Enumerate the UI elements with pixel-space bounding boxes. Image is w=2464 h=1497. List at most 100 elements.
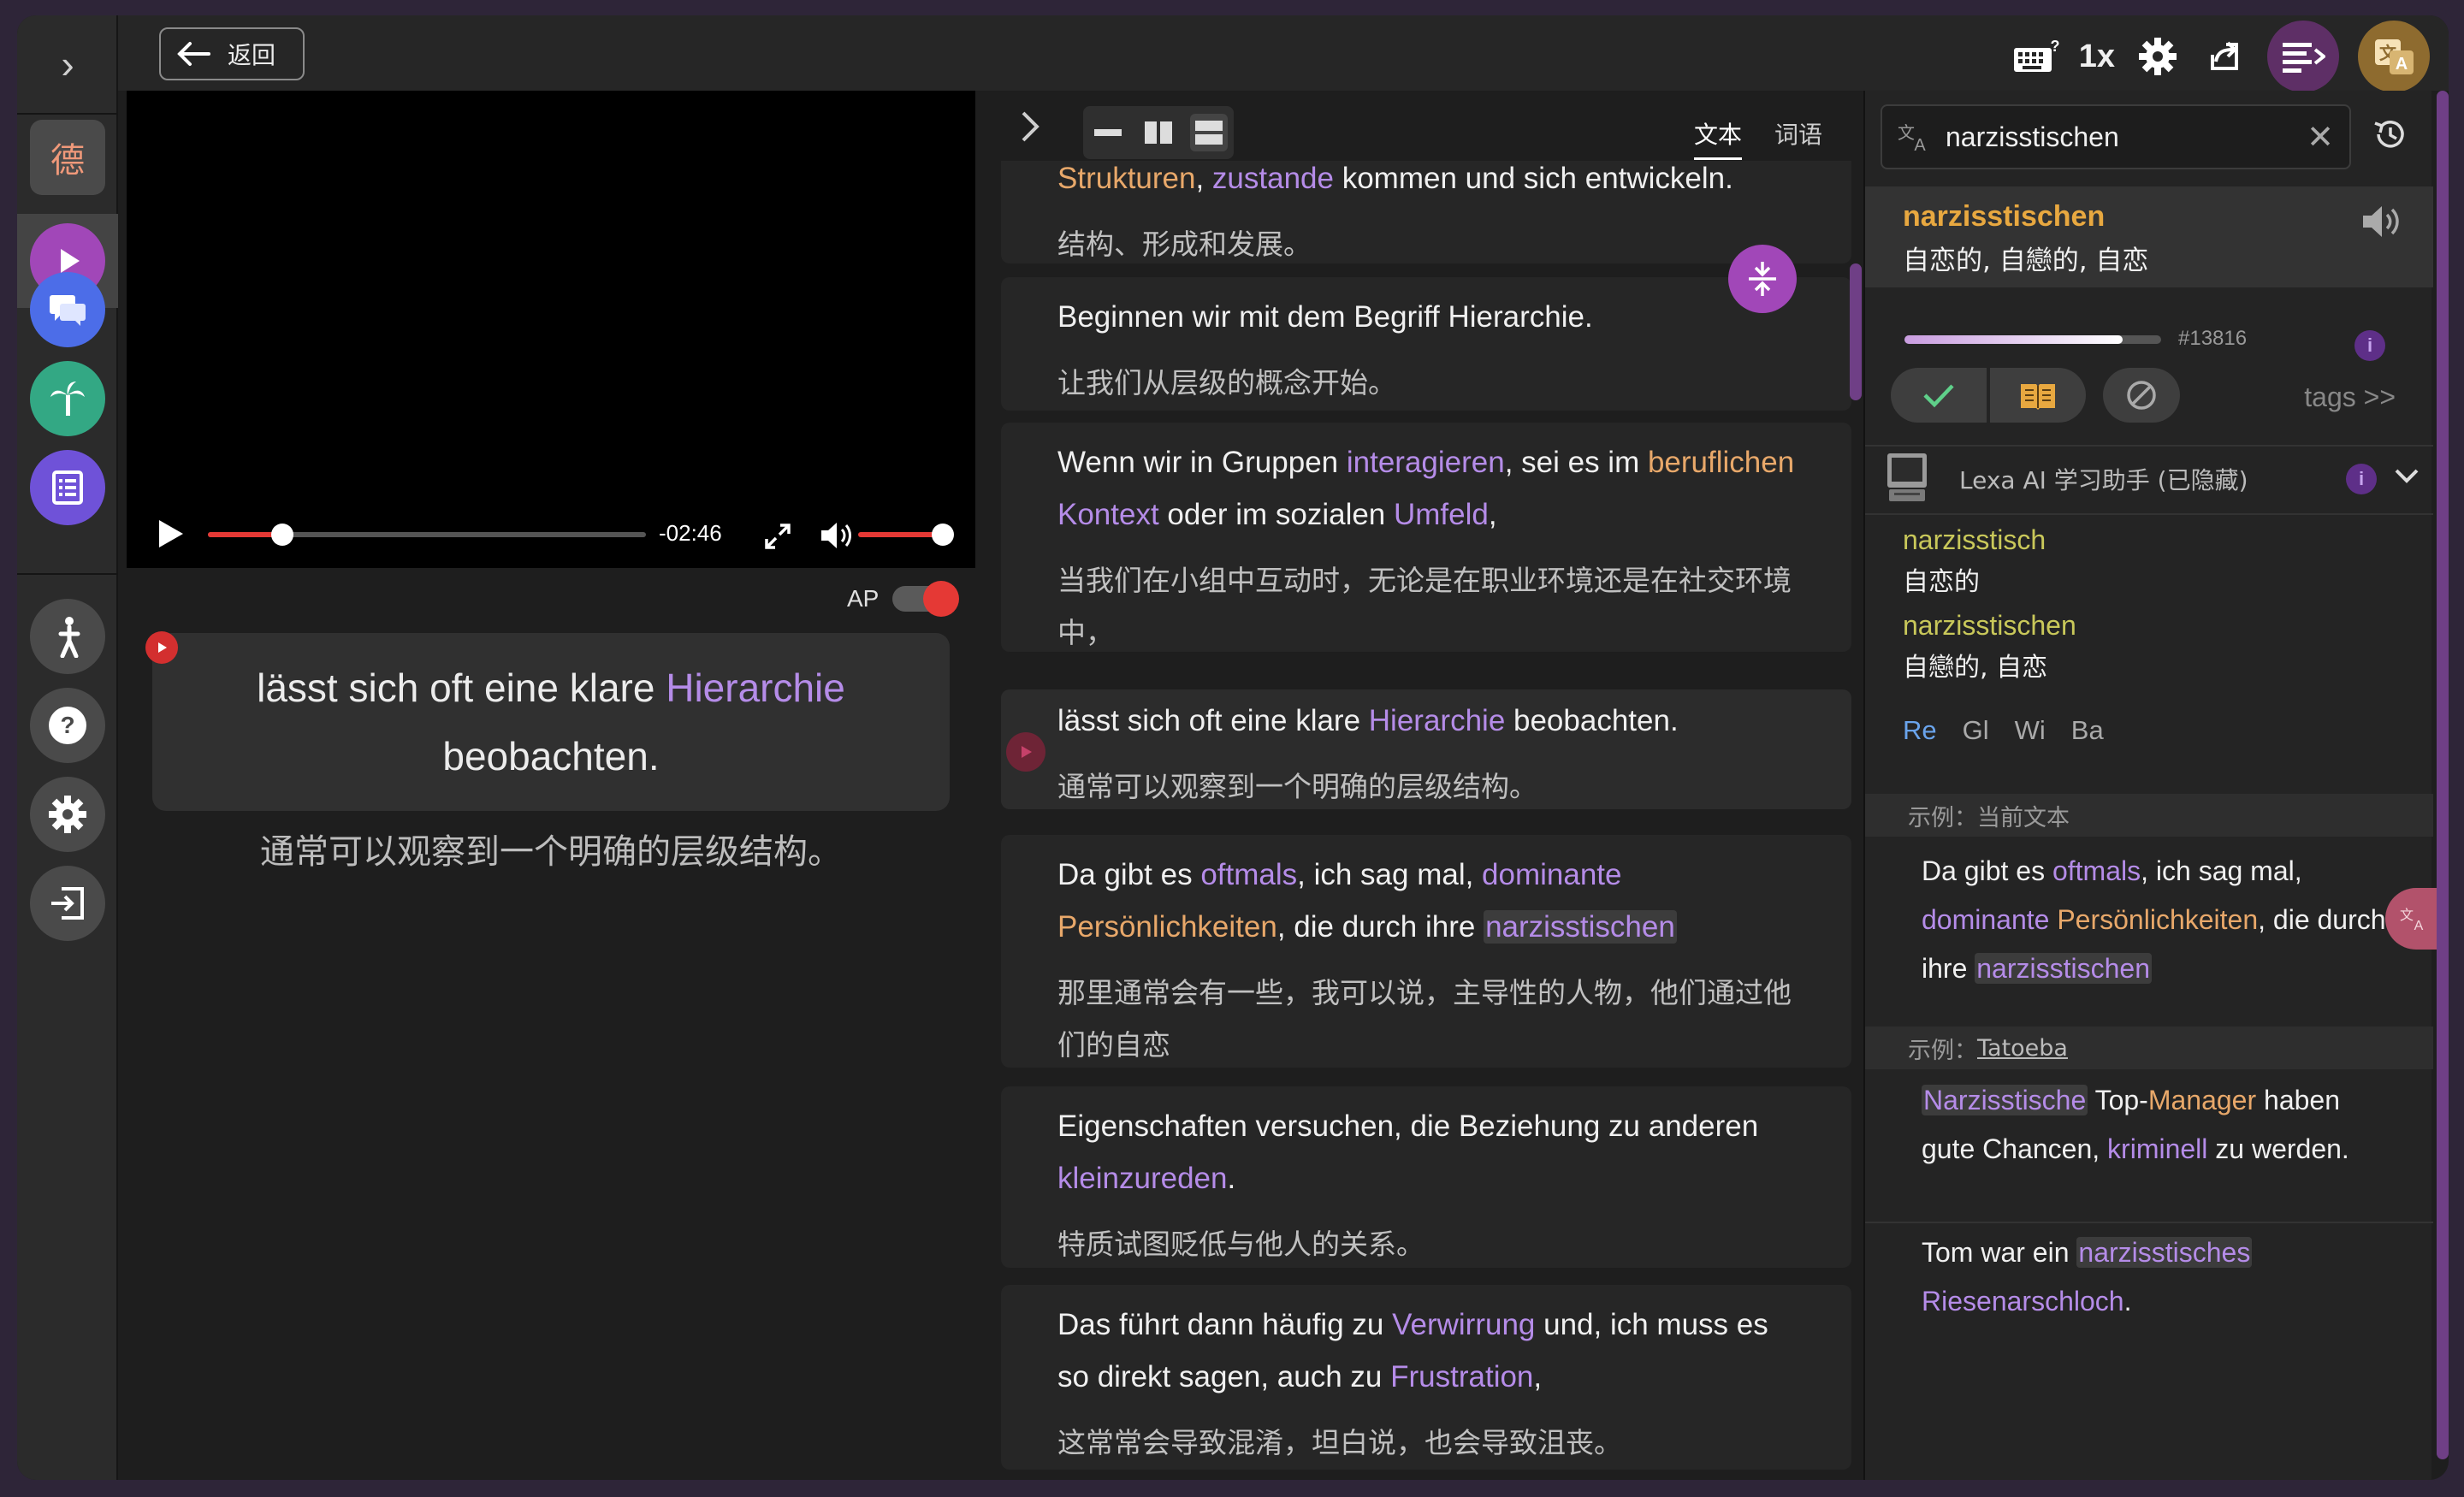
ignore-word-button[interactable] [2103,368,2180,423]
layout-columns-icon[interactable] [1140,114,1177,151]
highlighted-word[interactable]: Narzisstische [1922,1085,2088,1115]
text-run: Da gibt es [1922,855,2052,886]
subtitle-play-marker-icon[interactable] [145,631,178,664]
fullscreen-icon[interactable] [763,522,792,555]
highlighted-word[interactable]: Riesenarschloch [1922,1286,2124,1317]
headword[interactable]: narzisstischen [1903,200,2433,234]
clear-search-icon[interactable]: ✕ [2307,118,2334,157]
highlighted-word[interactable]: oftmals [1200,858,1297,891]
highlighted-word[interactable]: kriminell [2107,1133,2207,1164]
pronounce-speaker-icon[interactable] [2361,204,2402,244]
highlighted-word[interactable]: Verwirrung [1392,1308,1535,1341]
highlighted-word[interactable]: Hierarchie [1369,704,1506,737]
highlighted-word[interactable]: oftmals [2052,855,2141,886]
video-player[interactable]: -02:46 [127,91,975,568]
mark-known-button[interactable] [1891,368,1987,423]
segment-play-marker-icon[interactable] [1006,732,1045,772]
computer-icon [1886,452,1930,509]
language-button[interactable]: 德 [30,120,105,195]
volume-handle[interactable] [932,524,954,546]
highlighted-word[interactable]: kleinzureden [1057,1162,1227,1195]
current-subtitle-card[interactable]: lässt sich oft eine klare Hierarchie beo… [152,633,950,811]
keyboard-help-icon[interactable]: ? [2012,33,2060,80]
subtitle-de[interactable]: lässt sich oft eine klare Hierarchie beo… [257,666,845,778]
ai-assistant-row[interactable]: Lexa AI 学习助手 (已隐藏) i [1865,445,2433,513]
chevron-down-icon[interactable] [2394,467,2420,488]
highlighted-word[interactable]: Strukturen [1057,162,1195,195]
search-input[interactable]: 文A narzisstischen ✕ [1881,104,2351,169]
svg-text:A: A [1914,136,1926,154]
collapse-transcript-icon[interactable] [1018,109,1042,152]
transcript-segment[interactable]: Da gibt es oftmals, ich sag mal, dominan… [1001,835,1851,1068]
ai-info-icon[interactable]: i [2346,464,2377,494]
svg-text:A: A [2396,55,2408,74]
highlighted-word[interactable]: Manager [2148,1085,2256,1115]
source-tab-wi[interactable]: Wi [2015,715,2046,746]
settings-gear-icon[interactable] [30,777,105,852]
playback-speed-button[interactable]: 1x [2079,38,2115,75]
transcript-segment[interactable]: Eigenschaften versuchen, die Beziehung z… [1001,1086,1851,1268]
highlighted-word[interactable]: Kontext [1057,498,1159,531]
expand-rail-icon[interactable]: › [17,15,118,113]
transcript-segment[interactable]: Strukturen, zustande kommen und sich ent… [1001,161,1851,263]
transcript-segment[interactable]: Das führt dann häufig zu Verwirrung und,… [1001,1285,1851,1470]
highlighted-word[interactable]: Persönlichkeiten [1057,910,1277,944]
layout-single-icon[interactable] [1089,114,1127,151]
gear-icon[interactable] [2134,33,2182,80]
play-button[interactable] [156,518,185,553]
dictionary-scrollbar[interactable] [2437,91,2449,1459]
center-current-icon[interactable] [1728,245,1797,313]
translate-side-tab-icon[interactable]: 文A [2385,888,2440,950]
tab-text[interactable]: 文本 [1694,116,1743,160]
source-tab-ba[interactable]: Ba [2071,715,2104,746]
lesson-person-icon[interactable] [30,599,105,674]
palm-tree-icon[interactable] [30,361,105,436]
highlighted-word[interactable]: Hierarchie [666,666,845,710]
lemma-word[interactable]: narzisstischen [1903,604,2076,647]
chat-icon[interactable] [30,272,105,347]
transcript-segment[interactable]: Beginnen wir mit dem Begriff Hierarchie.… [1001,277,1851,411]
autopause-toggle-row: AP [847,581,960,617]
help-icon[interactable]: ? [30,688,105,763]
source-tab-gl[interactable]: Gl [1963,715,1989,746]
transcript-segment-current[interactable]: lässt sich oft eine klare Hierarchie beo… [1001,689,1851,809]
share-icon[interactable] [2200,33,2248,80]
example-current-text[interactable]: Da gibt es oftmals, ich sag mal, dominan… [1922,847,2401,993]
text-run: kommen und sich entwickeln. [1333,162,1733,195]
info-icon[interactable]: i [2354,330,2385,361]
translate-icon[interactable]: 文A [2358,21,2430,92]
dictionary-panel-icon[interactable] [2267,21,2339,92]
highlighted-word[interactable]: Frustration [1390,1360,1533,1393]
tags-link[interactable]: tags >> [2304,382,2396,413]
mark-learning-button[interactable] [1990,368,2086,423]
highlighted-word[interactable]: beruflichen [1648,446,1794,479]
layout-rows-icon[interactable] [1189,114,1228,151]
tatoeba-link[interactable]: Tatoeba [1977,1035,2068,1062]
transcript-segment[interactable]: Wenn wir in Gruppen interagieren, sei es… [1001,423,1851,652]
seek-bar[interactable] [208,524,646,546]
back-button[interactable]: 返回 [159,27,305,80]
tatoeba-example[interactable]: Narzisstische Top-Manager haben gute Cha… [1922,1076,2401,1174]
highlighted-word[interactable]: interagieren [1347,446,1505,479]
source-tab-re[interactable]: Re [1903,715,1937,746]
highlighted-word[interactable]: zustande [1212,162,1334,195]
highlighted-word[interactable]: narzisstisches [2076,1237,2253,1268]
history-icon[interactable] [2372,116,2408,157]
list-icon[interactable] [30,450,105,525]
volume-icon[interactable] [820,520,854,555]
tatoeba-example[interactable]: Tom war ein narzisstisches Riesenarschlo… [1922,1228,2401,1326]
autopause-switch[interactable] [892,581,960,617]
transcript-list: Strukturen, zustande kommen und sich ent… [1001,161,1851,1480]
seek-handle[interactable] [271,524,294,546]
volume-slider[interactable] [858,524,954,546]
tab-words[interactable]: 词语 [1774,116,1822,151]
highlighted-word[interactable]: Persönlichkeiten [2057,904,2258,935]
highlighted-word[interactable]: Umfeld [1394,498,1489,531]
logout-icon[interactable] [30,866,105,941]
highlighted-word[interactable]: narzisstischen [1484,910,1677,944]
transcript-scrollbar[interactable] [1850,263,1862,400]
highlighted-word[interactable]: narzisstischen [1975,953,2152,984]
highlighted-word[interactable]: dominante [1922,904,2049,935]
lemma-word[interactable]: narzisstisch [1903,518,2076,561]
highlighted-word[interactable]: dominante [1482,858,1621,891]
